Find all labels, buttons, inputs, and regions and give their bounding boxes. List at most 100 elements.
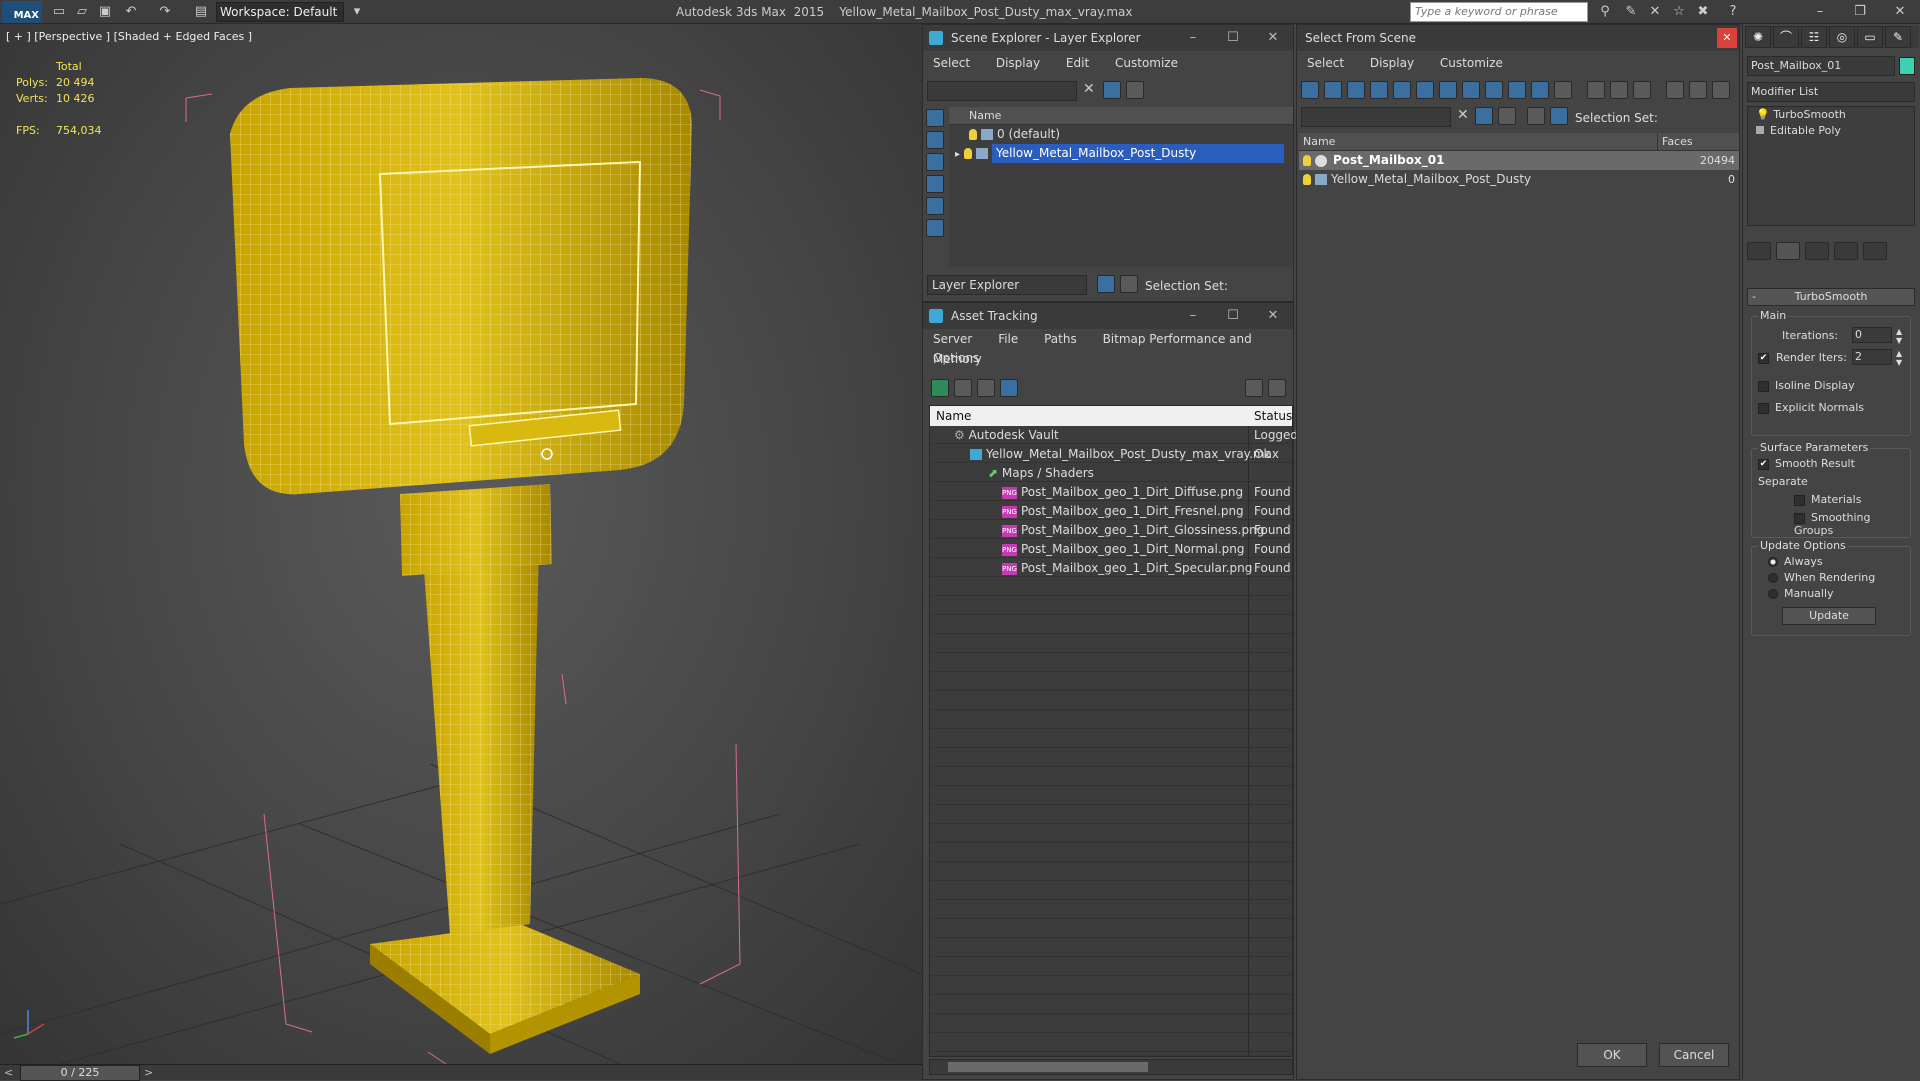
- update-button[interactable]: Update: [1782, 607, 1876, 625]
- close-icon[interactable]: ✕: [1880, 0, 1920, 24]
- lightbulb-icon[interactable]: 💡: [1756, 108, 1770, 121]
- time-slider-frame[interactable]: 0 / 225: [20, 1065, 140, 1081]
- object-row[interactable]: Post_Mailbox_01 20494: [1299, 151, 1739, 170]
- display-tab-icon[interactable]: ▭: [1857, 26, 1883, 48]
- tree-view-icon[interactable]: [977, 379, 995, 397]
- open-file-icon[interactable]: ▱: [73, 3, 91, 21]
- shape-filter-icon[interactable]: [1324, 81, 1342, 99]
- spinner-arrows-icon[interactable]: ▲ ▼: [1896, 327, 1902, 345]
- asset-tracking-titlebar[interactable]: Asset Tracking – ☐ ✕: [923, 303, 1293, 329]
- explorer-type-dropdown[interactable]: Layer Explorer: [927, 275, 1087, 295]
- exchange-icon[interactable]: ✕: [1646, 3, 1664, 21]
- camera-filter-icon[interactable]: [1370, 81, 1388, 99]
- minimize-icon[interactable]: –: [1800, 0, 1840, 24]
- when-rendering-radio[interactable]: [1768, 573, 1778, 583]
- lightbulb-icon[interactable]: [1303, 155, 1311, 166]
- modify-tab-icon[interactable]: ⌒: [1773, 26, 1799, 48]
- clear-search-icon[interactable]: ✕: [1457, 107, 1469, 123]
- smooth-result-checkbox[interactable]: ✔: [1758, 458, 1769, 470]
- column-header-name[interactable]: Name: [949, 107, 1293, 125]
- light-filter-icon[interactable]: [1347, 81, 1365, 99]
- project-folder-icon[interactable]: ▤: [192, 3, 210, 21]
- remove-modifier-icon[interactable]: [1834, 242, 1858, 260]
- find-input[interactable]: [927, 81, 1077, 101]
- asset-row[interactable]: PNG Post_Mailbox_geo_1_Dirt_Fresnel.png Fo…: [930, 502, 1292, 521]
- binoculars-icon[interactable]: ⚲: [1596, 3, 1614, 21]
- app-logo[interactable]: MAX: [2, 1, 42, 23]
- minimize-icon[interactable]: –: [1173, 25, 1213, 51]
- spacewarp-filter-icon[interactable]: [1416, 81, 1434, 99]
- xref-filter-icon[interactable]: [1462, 81, 1480, 99]
- menu-edit[interactable]: Edit: [1066, 56, 1089, 70]
- geometry-filter-icon[interactable]: [1301, 81, 1319, 99]
- hierarchy-icon[interactable]: [1550, 107, 1568, 125]
- container-filter-icon[interactable]: [1508, 81, 1526, 99]
- favorites-icon[interactable]: ☆: [1670, 3, 1688, 21]
- hierarchy-icon[interactable]: [1120, 275, 1138, 293]
- select-all-icon[interactable]: [1586, 81, 1605, 99]
- hierarchy-tab-icon[interactable]: ☷: [1801, 26, 1827, 48]
- menu-select[interactable]: Select: [1307, 56, 1344, 70]
- expand-arrow-icon[interactable]: ▸: [955, 149, 960, 160]
- lightbulb-icon[interactable]: [969, 129, 977, 140]
- display-shapes-icon[interactable]: [926, 131, 944, 149]
- list-view-icon[interactable]: [954, 379, 972, 397]
- time-slider[interactable]: < 0 / 225 >: [0, 1064, 922, 1081]
- find-input[interactable]: [1301, 107, 1451, 127]
- workspace-dropdown[interactable]: Workspace: Default: [216, 2, 344, 22]
- scene-explorer-titlebar[interactable]: Scene Explorer - Layer Explorer – ☐ ✕: [923, 25, 1293, 51]
- a360-icon[interactable]: ✖: [1694, 3, 1712, 21]
- explicit-normals-checkbox[interactable]: [1758, 402, 1769, 414]
- materials-checkbox[interactable]: [1794, 494, 1805, 506]
- utilities-tab-icon[interactable]: ✎: [1885, 26, 1911, 48]
- tracking-help-icon[interactable]: [1268, 379, 1286, 397]
- menu-server[interactable]: Server: [933, 332, 972, 346]
- refresh-icon[interactable]: [931, 379, 949, 397]
- object-row[interactable]: Yellow_Metal_Mailbox_Post_Dusty 0: [1299, 170, 1739, 189]
- menu-display[interactable]: Display: [1370, 56, 1414, 70]
- scrollbar-thumb[interactable]: [948, 1062, 1148, 1072]
- menu-paths[interactable]: Paths: [1044, 332, 1077, 346]
- asset-row[interactable]: PNG Post_Mailbox_geo_1_Dirt_Specular.png F…: [930, 559, 1292, 578]
- menu-options[interactable]: Options: [933, 351, 979, 365]
- helper-filter-icon[interactable]: [1393, 81, 1411, 99]
- display-cameras-icon[interactable]: [926, 175, 944, 193]
- isoline-checkbox[interactable]: [1758, 380, 1769, 392]
- collapse-icon[interactable]: [1711, 81, 1730, 99]
- keyword-search-input[interactable]: Type a keyword or phrase: [1410, 2, 1588, 22]
- menu-display[interactable]: Display: [996, 56, 1040, 70]
- minimize-icon[interactable]: –: [1173, 303, 1213, 329]
- object-color-swatch[interactable]: [1899, 57, 1915, 75]
- modifier-list-dropdown[interactable]: Modifier List: [1747, 82, 1915, 102]
- time-next-button[interactable]: >: [144, 1065, 153, 1081]
- close-icon[interactable]: ✕: [1253, 303, 1293, 329]
- lightbulb-icon[interactable]: [1303, 174, 1311, 185]
- always-radio[interactable]: [1768, 557, 1778, 567]
- asset-row[interactable]: PNG Post_Mailbox_geo_1_Dirt_Normal.png Fou…: [930, 540, 1292, 559]
- render-iters-spinner[interactable]: 2: [1852, 349, 1892, 365]
- horizontal-scrollbar[interactable]: [929, 1059, 1293, 1075]
- frozen-filter-icon[interactable]: [1531, 81, 1549, 99]
- turbosmooth-rollout-header[interactable]: - TurboSmooth: [1747, 288, 1915, 306]
- column-header-faces[interactable]: Faces: [1657, 133, 1739, 151]
- modifier-stack-item[interactable]: 💡 TurboSmooth: [1748, 107, 1914, 123]
- asset-row[interactable]: PNG Post_Mailbox_geo_1_Dirt_Diffuse.png Fo…: [930, 483, 1292, 502]
- filter-icon[interactable]: [1475, 107, 1493, 125]
- select-none-icon[interactable]: [1609, 81, 1628, 99]
- bone-filter-icon[interactable]: [1485, 81, 1503, 99]
- cancel-button[interactable]: Cancel: [1659, 1043, 1729, 1067]
- display-helpers-icon[interactable]: [926, 197, 944, 215]
- close-icon[interactable]: ✕: [1717, 28, 1737, 48]
- table-view-icon[interactable]: [1000, 379, 1018, 397]
- menu-customize[interactable]: Customize: [1115, 56, 1178, 70]
- asset-row[interactable]: Yellow_Metal_Mailbox_Post_Dusty_max_vray…: [930, 445, 1292, 464]
- help-icon[interactable]: ?: [1724, 3, 1742, 21]
- select-children-icon[interactable]: [1498, 107, 1516, 125]
- hidden-filter-icon[interactable]: [1554, 81, 1572, 99]
- menu-select[interactable]: Select: [933, 56, 970, 70]
- display-lights-icon[interactable]: [926, 153, 944, 171]
- save-file-icon[interactable]: ▣: [96, 3, 114, 21]
- new-file-icon[interactable]: ▭: [50, 3, 68, 21]
- sort-icon[interactable]: [1688, 81, 1707, 99]
- layer-explorer-icon[interactable]: [1097, 275, 1115, 293]
